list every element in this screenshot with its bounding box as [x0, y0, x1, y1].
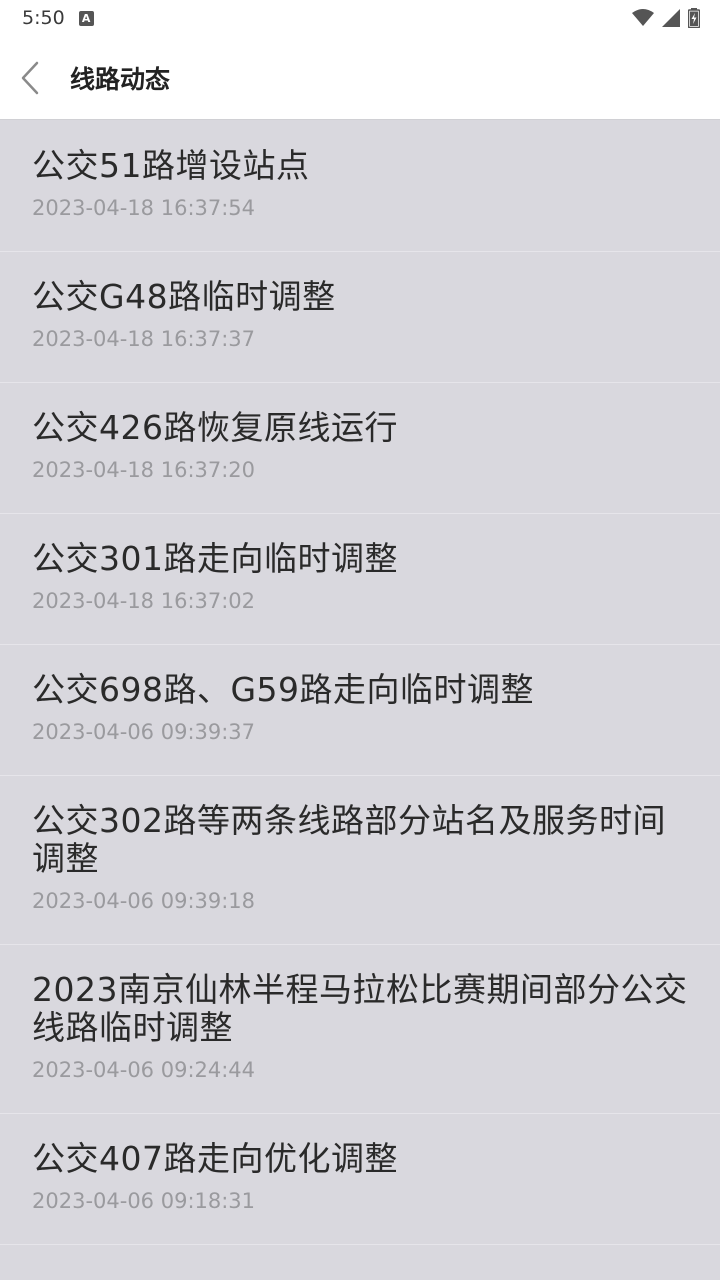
item-time: 2023-04-06 09:18:31 [32, 1189, 256, 1213]
list-item[interactable]: 公交301路走向临时调整 2023-04-18 16:37:02 [0, 514, 720, 645]
item-time: 2023-04-18 16:37:54 [32, 196, 256, 220]
battery-icon [688, 8, 700, 28]
page-title: 线路动态 [70, 64, 171, 94]
app-bar: 线路动态 [0, 36, 720, 120]
item-title: 公交G48路临时调整 [32, 277, 336, 316]
status-left: 5:50 A [22, 7, 94, 29]
item-time: 2023-04-06 09:24:44 [32, 1058, 256, 1082]
list-item[interactable]: 公交51路增设站点 2023-04-18 16:37:54 [0, 121, 720, 252]
list-item[interactable]: 公交407路走向优化调整 2023-04-06 09:18:31 [0, 1114, 720, 1245]
list-item[interactable]: 公交G48路临时调整 2023-04-18 16:37:37 [0, 252, 720, 383]
status-right [632, 8, 700, 28]
list-item[interactable]: 2023南京仙林半程马拉松比赛期间部分公交线路临时调整 2023-04-06 0… [0, 945, 720, 1114]
notification-icon: A [78, 10, 94, 26]
item-time: 2023-04-18 16:37:20 [32, 458, 256, 482]
item-time: 2023-04-18 16:37:37 [32, 327, 256, 351]
status-bar: 5:50 A [0, 0, 720, 36]
back-button[interactable] [0, 36, 60, 120]
chevron-left-icon [21, 61, 39, 95]
signal-icon [662, 9, 680, 27]
item-title: 公交698路、G59路走向临时调整 [32, 670, 535, 709]
wifi-icon [632, 9, 654, 27]
list-item[interactable]: 公交426路恢复原线运行 2023-04-18 16:37:20 [0, 383, 720, 514]
news-list: 公交51路增设站点 2023-04-18 16:37:54 公交G48路临时调整… [0, 121, 720, 1280]
item-title: 公交426路恢复原线运行 [32, 408, 398, 447]
status-time: 5:50 [22, 7, 65, 29]
list-item[interactable]: 公交698路、G59路走向临时调整 2023-04-06 09:39:37 [0, 645, 720, 776]
item-time: 2023-04-06 09:39:37 [32, 720, 256, 744]
item-title: 公交301路走向临时调整 [32, 539, 398, 578]
item-time: 2023-04-06 09:39:18 [32, 889, 256, 913]
item-title: 公交407路走向优化调整 [32, 1139, 398, 1178]
item-title: 公交302路等两条线路部分站名及服务时间调整 [32, 801, 666, 878]
item-title: 2023南京仙林半程马拉松比赛期间部分公交线路临时调整 [32, 970, 688, 1047]
item-time: 2023-04-18 16:37:02 [32, 589, 256, 613]
list-item[interactable]: 公交302路等两条线路部分站名及服务时间调整 2023-04-06 09:39:… [0, 776, 720, 945]
item-title: 公交51路增设站点 [32, 146, 310, 185]
